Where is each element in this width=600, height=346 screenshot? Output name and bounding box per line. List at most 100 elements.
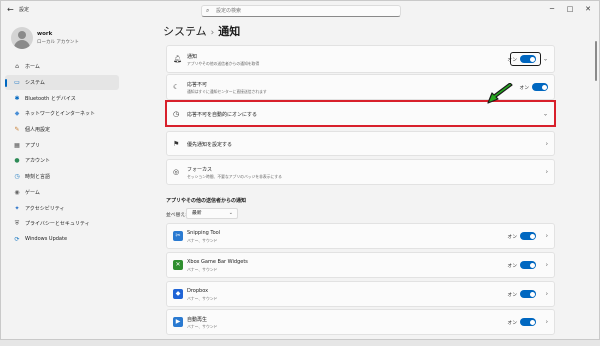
- auto-dnd-title: 応答不可を自動的にオンにする: [187, 112, 258, 118]
- app-name: Snipping Tool: [187, 230, 221, 236]
- close-button[interactable]: ✕: [579, 3, 597, 15]
- chevron-right-icon[interactable]: ›: [546, 262, 548, 269]
- toggle-switch[interactable]: [520, 55, 536, 63]
- app-notification-row[interactable]: ▶ 自動再生 バナー、サウンド オン ›: [166, 309, 555, 335]
- sidebar-item-label: 個人用設定: [25, 127, 51, 134]
- chevron-right-icon[interactable]: ›: [546, 291, 548, 298]
- network-icon: ◆: [14, 110, 20, 118]
- notifications-card[interactable]: 🔔︎ 通知 アプリやその他の送信者からの通知を取得 オン ⌄: [166, 45, 555, 73]
- account-icon: ●: [14, 157, 20, 165]
- sidebar-item-time-language[interactable]: ◷ 時刻と言語: [5, 169, 119, 185]
- focus-title: フォーカス: [187, 167, 213, 173]
- sort-dropdown[interactable]: 最新 ⌄: [186, 208, 238, 219]
- sidebar-item-brush[interactable]: ✎ 個人用設定: [5, 122, 119, 138]
- chevron-down-icon[interactable]: ⌄: [543, 56, 548, 63]
- account-type: ローカル アカウント: [37, 40, 79, 45]
- sidebar-item-home[interactable]: ⌂ ホーム: [5, 59, 119, 75]
- user-name: work: [37, 31, 53, 37]
- sort-value: 最新: [192, 211, 202, 216]
- dnd-title: 応答不可: [187, 82, 208, 88]
- sidebar-item-account[interactable]: ● アカウント: [5, 153, 119, 169]
- toggle-switch[interactable]: [520, 232, 536, 240]
- notifications-title: 通知: [187, 54, 198, 60]
- toggle-label: オン: [507, 263, 517, 269]
- chevron-down-icon: ⌄: [228, 210, 233, 216]
- sidebar-item-apps[interactable]: ▦ アプリ: [5, 137, 119, 153]
- toggle-label: オン: [507, 57, 517, 63]
- dnd-toggle[interactable]: オン: [519, 83, 548, 91]
- chevron-right-icon[interactable]: ›: [546, 233, 548, 240]
- sidebar-item-gaming[interactable]: ◉ ゲーム: [5, 185, 119, 201]
- sidebar-item-label: ゲーム: [25, 189, 40, 196]
- settings-window: ← 設定 ─ □ ✕ ⌕ work ローカル アカウント ⌂ ホーム ▭ システム ✱ B…: [0, 0, 600, 340]
- brush-icon: ✎: [14, 126, 20, 134]
- app-toggle[interactable]: オン: [507, 290, 536, 298]
- priority-title: 優先通知を設定する: [187, 142, 233, 148]
- app-subtitle: バナー、サウンド: [187, 296, 218, 301]
- sidebar-item-network[interactable]: ◆ ネットワークとインターネット: [5, 106, 119, 122]
- back-arrow-icon[interactable]: ←: [7, 5, 14, 14]
- apps-icon: ▦: [14, 141, 20, 149]
- do-not-disturb-icon: ☾: [173, 83, 180, 91]
- app-subtitle: バナー、サウンド: [187, 238, 218, 243]
- toggle-switch[interactable]: [532, 83, 548, 91]
- app-notification-row[interactable]: ◆ Dropbox バナー、サウンド オン ›: [166, 281, 555, 307]
- breadcrumb-parent[interactable]: システム: [163, 25, 207, 38]
- app-toggle[interactable]: オン: [507, 232, 536, 240]
- green-arrow-icon: [487, 83, 513, 104]
- sort-label: 並べ替え:: [166, 213, 187, 218]
- user-profile[interactable]: work ローカル アカウント: [11, 27, 121, 57]
- search-box[interactable]: ⌕: [201, 5, 401, 17]
- focus-card[interactable]: ◎ フォーカス セッション時間、不要なアプリのバッジを非表示にする ›: [166, 159, 555, 185]
- sidebar-item-label: Windows Update: [25, 236, 68, 243]
- toggle-switch[interactable]: [520, 318, 536, 326]
- sidebar-item-label: アプリ: [25, 142, 41, 149]
- autoplay-icon: ▶: [173, 317, 183, 327]
- sidebar-item-shield[interactable]: ⛨ プライバシーとセキュリティ: [5, 216, 119, 232]
- gaming-icon: ◉: [14, 188, 20, 196]
- maximize-button[interactable]: □: [561, 3, 579, 15]
- sidebar-item-label: システム: [25, 80, 45, 87]
- bluetooth-icon: ✱: [14, 94, 20, 102]
- snipping-tool-icon: ✂: [173, 231, 183, 241]
- sidebar-nav: ⌂ ホーム ▭ システム ✱ Bluetooth とデバイス ◆ ネットワークとインターネット…: [5, 59, 119, 247]
- app-subtitle: バナー、サウンド: [187, 324, 218, 329]
- app-title: 設定: [19, 7, 30, 13]
- sidebar-item-bluetooth[interactable]: ✱ Bluetooth とデバイス: [5, 90, 119, 106]
- app-toggle[interactable]: オン: [507, 261, 536, 269]
- toggle-switch[interactable]: [520, 261, 536, 269]
- app-toggle[interactable]: オン: [507, 318, 536, 326]
- dropbox-icon: ◆: [173, 289, 183, 299]
- chevron-right-icon[interactable]: ›: [546, 140, 548, 147]
- sidebar-item-label: アクセシビリティ: [25, 205, 65, 212]
- app-notification-row[interactable]: ✕ Xbox Game Bar Widgets バナー、サウンド オン ›: [166, 252, 555, 278]
- chevron-down-icon[interactable]: ⌄: [543, 110, 548, 117]
- bell-icon: 🔔︎: [173, 55, 182, 63]
- toggle-switch[interactable]: [520, 290, 536, 298]
- sidebar-item-label: 時刻と言語: [25, 174, 51, 181]
- priority-card[interactable]: ⚑ 優先通知を設定する ›: [166, 131, 555, 156]
- breadcrumb: システム › 通知: [163, 23, 240, 39]
- home-icon: ⌂: [15, 63, 19, 71]
- xbox-icon: ✕: [173, 260, 183, 270]
- minimize-button[interactable]: ─: [543, 3, 561, 15]
- app-name: Xbox Game Bar Widgets: [187, 259, 248, 265]
- sidebar-item-system[interactable]: ▭ システム: [5, 74, 119, 91]
- clock-icon: ◷: [173, 109, 180, 118]
- sidebar-item-accessibility[interactable]: ✦ アクセシビリティ: [5, 200, 119, 216]
- accessibility-icon: ✦: [14, 204, 20, 212]
- notifications-toggle[interactable]: オン: [507, 55, 536, 63]
- sidebar-item-label: プライバシーとセキュリティ: [25, 221, 90, 228]
- apps-section-heading: アプリやその他の送信者からの通知: [166, 198, 247, 204]
- windows-update-icon: ⟳: [14, 235, 20, 243]
- app-notification-row[interactable]: ✂ Snipping Tool バナー、サウンド オン ›: [166, 223, 555, 249]
- sidebar-item-windows-update[interactable]: ⟳ Windows Update: [5, 232, 119, 248]
- sidebar-item-label: Bluetooth とデバイス: [25, 95, 76, 102]
- chevron-right-icon[interactable]: ›: [546, 319, 548, 326]
- toggle-label: オン: [507, 234, 517, 240]
- scrollbar[interactable]: [595, 41, 597, 81]
- sidebar: work ローカル アカウント ⌂ ホーム ▭ システム ✱ Bluetooth とデバイ…: [1, 19, 121, 339]
- search-input[interactable]: [216, 6, 396, 16]
- chevron-right-icon[interactable]: ›: [546, 169, 548, 176]
- avatar: [11, 27, 33, 49]
